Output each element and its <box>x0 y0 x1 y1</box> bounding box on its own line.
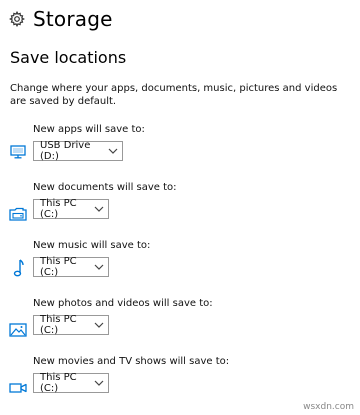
location-row-apps: New apps will save to: USB Drive (D:) <box>0 124 360 180</box>
location-label: New movies and TV shows will save to: <box>33 356 230 367</box>
select-value: This PC (C:) <box>40 198 77 220</box>
select-value: USB Drive (D:) <box>40 140 91 162</box>
section-description: Change where your apps, documents, music… <box>10 83 338 107</box>
select-value: This PC (C:) <box>40 256 77 278</box>
music-note-icon <box>9 258 27 278</box>
select-value: This PC (C:) <box>40 314 77 336</box>
watermark: wsxdn.com <box>303 402 354 412</box>
page-header: Storage <box>9 7 113 31</box>
folder-drive-icon <box>9 206 27 222</box>
location-label: New documents will save to: <box>33 182 177 193</box>
picture-icon <box>9 322 27 338</box>
movies-location-select[interactable]: This PC (C:) <box>33 372 109 394</box>
gear-icon <box>9 11 25 27</box>
location-label: New photos and videos will save to: <box>33 298 213 309</box>
photos-location-select[interactable]: This PC (C:) <box>33 314 109 336</box>
video-camera-icon <box>9 380 27 396</box>
chevron-down-icon <box>94 261 104 273</box>
monitor-icon <box>9 144 27 160</box>
music-location-select[interactable]: This PC (C:) <box>33 256 109 278</box>
location-label: New music will save to: <box>33 240 151 251</box>
location-row-music: New music will save to: This PC (C:) <box>0 240 360 296</box>
chevron-down-icon <box>94 377 104 389</box>
section-title: Save locations <box>10 48 127 67</box>
page-title: Storage <box>33 7 113 31</box>
location-label: New apps will save to: <box>33 124 145 135</box>
storage-settings-page: Storage Save locations Change where your… <box>0 0 360 415</box>
select-value: This PC (C:) <box>40 372 77 394</box>
chevron-down-icon <box>94 319 104 331</box>
documents-location-select[interactable]: This PC (C:) <box>33 198 109 220</box>
location-row-photos: New photos and videos will save to: This… <box>0 298 360 354</box>
location-row-documents: New documents will save to: This PC (C:) <box>0 182 360 238</box>
chevron-down-icon <box>108 145 118 157</box>
chevron-down-icon <box>94 203 104 215</box>
apps-location-select[interactable]: USB Drive (D:) <box>33 140 123 162</box>
